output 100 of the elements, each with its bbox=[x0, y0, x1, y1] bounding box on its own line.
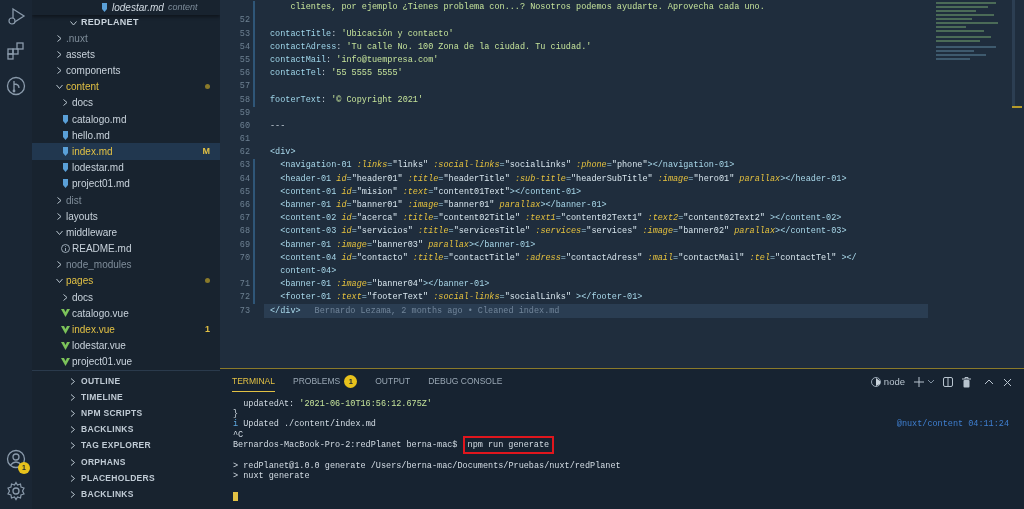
chevron-down-icon[interactable] bbox=[928, 380, 934, 384]
chevron-up-icon[interactable] bbox=[984, 379, 994, 385]
folder-name[interactable]: docs bbox=[72, 95, 210, 111]
chevron-right-icon[interactable] bbox=[55, 67, 63, 75]
section-header[interactable]: TAG EXPLORER bbox=[81, 439, 152, 453]
panel-tab[interactable]: OUTPUT bbox=[375, 372, 411, 392]
folder-name[interactable]: middleware bbox=[66, 224, 210, 240]
chevron-right-icon[interactable] bbox=[61, 293, 69, 301]
account-icon[interactable] bbox=[6, 449, 26, 469]
extensions-icon[interactable] bbox=[6, 41, 26, 61]
code-token: = bbox=[351, 225, 357, 239]
code-token: "banner01" bbox=[443, 199, 496, 212]
shell-name[interactable]: node bbox=[883, 374, 905, 390]
chevron-down-icon[interactable] bbox=[55, 277, 63, 285]
chevron-right-icon[interactable] bbox=[55, 196, 63, 204]
chevron-down-icon[interactable] bbox=[55, 228, 63, 236]
shell-icon[interactable] bbox=[870, 377, 881, 387]
section-header[interactable]: NPM SCRIPTS bbox=[81, 407, 143, 420]
folder-name[interactable]: assets bbox=[66, 46, 210, 62]
code-token: :image bbox=[336, 278, 367, 291]
folder-name[interactable]: node_modules bbox=[66, 257, 210, 273]
run-debug-icon[interactable] bbox=[6, 6, 26, 26]
line-number: 57 bbox=[238, 80, 250, 94]
section-header[interactable]: OUTLINE bbox=[81, 374, 121, 388]
code-token: = bbox=[366, 278, 373, 291]
folder-name[interactable]: components bbox=[66, 63, 210, 79]
section-header[interactable]: BACKLINKS bbox=[81, 488, 134, 501]
code-token: :text bbox=[402, 185, 429, 199]
file-name[interactable]: index.md bbox=[72, 143, 203, 159]
code-token: :sub-title bbox=[514, 172, 566, 186]
code-token: :text1 bbox=[525, 212, 556, 225]
code-token: "banner02" bbox=[678, 225, 731, 239]
code-token: <navigation-01 bbox=[279, 159, 353, 173]
code-token: "banner03" bbox=[372, 238, 425, 252]
chevron-right-icon[interactable] bbox=[55, 212, 63, 220]
chevron-right-icon[interactable] bbox=[70, 409, 76, 417]
file-name[interactable]: project01.vue bbox=[72, 354, 210, 370]
chevron-right-icon[interactable] bbox=[55, 50, 63, 58]
line-number: 55 bbox=[238, 53, 250, 67]
code-token: = bbox=[361, 291, 367, 305]
folder-name[interactable]: docs bbox=[72, 289, 210, 305]
code-token: <banner-01 bbox=[279, 278, 333, 291]
folder-name[interactable]: content bbox=[66, 79, 205, 95]
file-name[interactable]: lodestar.vue bbox=[72, 338, 210, 354]
plus-icon[interactable] bbox=[914, 377, 924, 387]
file-name[interactable]: project01.md bbox=[72, 176, 210, 192]
folder-name[interactable]: layouts bbox=[66, 208, 210, 224]
folder-name[interactable]: dist bbox=[66, 192, 210, 208]
settings-icon[interactable] bbox=[6, 481, 26, 501]
chevron-right-icon[interactable] bbox=[70, 458, 76, 466]
line-number: 53 bbox=[238, 27, 250, 41]
file-name[interactable]: catalogo.vue bbox=[72, 305, 210, 321]
chevron-right-icon[interactable] bbox=[70, 426, 76, 434]
code-token: contactTitle bbox=[270, 27, 332, 41]
code-token: = bbox=[673, 225, 679, 239]
chevron-right-icon[interactable] bbox=[70, 490, 76, 498]
code-token: ></header-01> bbox=[780, 172, 847, 186]
chevron-right-icon[interactable] bbox=[55, 34, 63, 42]
highlighted-command: npm run generate bbox=[462, 436, 555, 455]
file-name[interactable]: README.md bbox=[72, 241, 210, 257]
file-name[interactable]: hello.md bbox=[72, 127, 210, 143]
code-token: <footer-01 bbox=[279, 291, 333, 305]
code-token: <content-01 bbox=[279, 185, 338, 199]
panel-tab[interactable]: TERMINAL bbox=[232, 372, 275, 392]
code-token: = bbox=[428, 185, 434, 199]
code-token: = bbox=[351, 185, 357, 199]
folder-name[interactable]: REDPLANET bbox=[81, 16, 139, 30]
branch-icon[interactable] bbox=[6, 76, 26, 96]
section-header[interactable]: PLACEHOLDERS bbox=[81, 471, 155, 485]
chevron-right-icon[interactable] bbox=[55, 261, 63, 269]
code-token: = bbox=[499, 291, 505, 305]
code-token: : bbox=[321, 67, 328, 80]
code-token: "phone" bbox=[611, 159, 648, 173]
file-name[interactable]: catalogo.md bbox=[72, 111, 210, 127]
code-token: :mail bbox=[647, 251, 674, 265]
folder-name[interactable]: pages bbox=[66, 273, 205, 289]
chevron-down-icon[interactable] bbox=[55, 83, 63, 91]
chevron-right-icon[interactable] bbox=[70, 393, 76, 401]
close-icon[interactable] bbox=[1003, 377, 1012, 387]
section-header[interactable]: BACKLINKS bbox=[81, 423, 134, 437]
code-token: "socialLinks" bbox=[504, 159, 572, 173]
section-header[interactable]: TIMELINE bbox=[81, 390, 124, 404]
code-token: "links" bbox=[392, 159, 430, 173]
chevron-right-icon[interactable] bbox=[70, 377, 76, 385]
folder-name[interactable]: .nuxt bbox=[66, 30, 210, 46]
line-number: 71 bbox=[238, 278, 250, 291]
code-token: "services" bbox=[586, 225, 639, 239]
panel-tab[interactable]: DEBUG CONSOLE bbox=[428, 372, 503, 392]
chevron-right-icon[interactable] bbox=[70, 442, 76, 450]
file-name[interactable]: lodestar.md bbox=[72, 160, 210, 176]
chevron-right-icon[interactable] bbox=[61, 99, 69, 107]
split-icon[interactable] bbox=[943, 377, 953, 387]
code-token: = bbox=[438, 172, 444, 186]
code-token: = bbox=[673, 251, 679, 265]
file-name[interactable]: index.vue bbox=[72, 322, 205, 338]
chevron-right-icon[interactable] bbox=[70, 474, 76, 482]
sticky-file-name[interactable]: lodestar.md bbox=[112, 0, 164, 15]
chevron-down-icon[interactable] bbox=[70, 20, 77, 26]
section-header[interactable]: ORPHANS bbox=[81, 455, 126, 469]
trash-icon[interactable] bbox=[962, 376, 971, 388]
